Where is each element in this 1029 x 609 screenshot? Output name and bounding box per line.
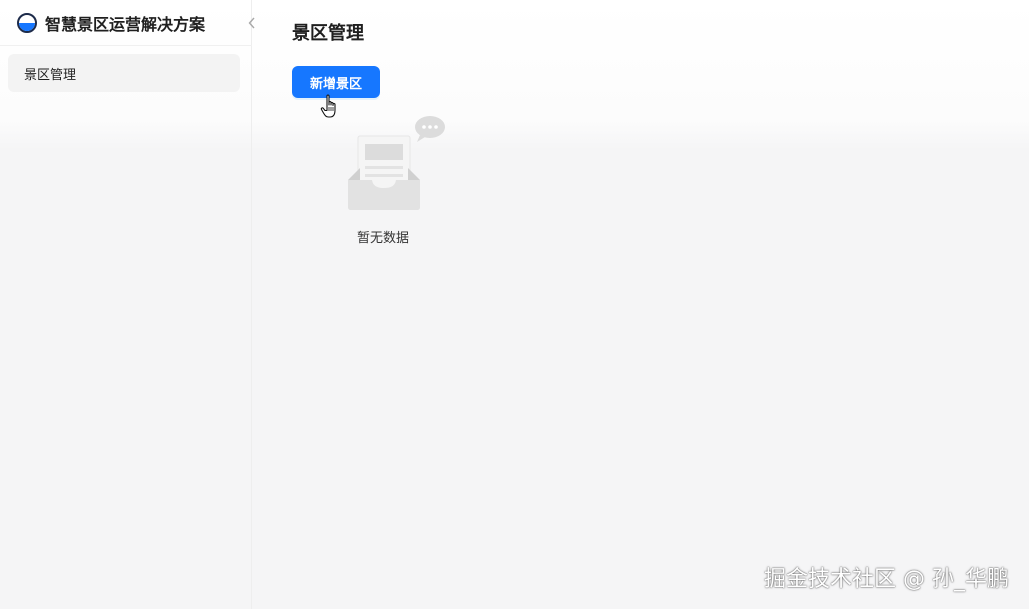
watermark: 掘金技术社区 @ 孙_华鹏 (764, 567, 1009, 592)
chevron-left-icon[interactable] (246, 15, 258, 31)
hand-pointer-icon (320, 94, 336, 118)
app-title: 智慧景区运营解决方案 (45, 14, 206, 34)
brand-header: 智慧景区运营解决方案 (0, 0, 252, 46)
empty-state-text: 暂无数据 (356, 231, 409, 246)
sidebar-item-label: 景区管理 (24, 67, 77, 83)
sidebar-item-scenic-management[interactable]: 景区管理 (8, 54, 240, 92)
globe-logo-icon (17, 12, 37, 33)
page-title: 景区管理 (292, 23, 364, 44)
empty-inbox-icon (348, 116, 445, 210)
sidebar: 智慧景区运营解决方案 景区管理 (0, 0, 252, 609)
